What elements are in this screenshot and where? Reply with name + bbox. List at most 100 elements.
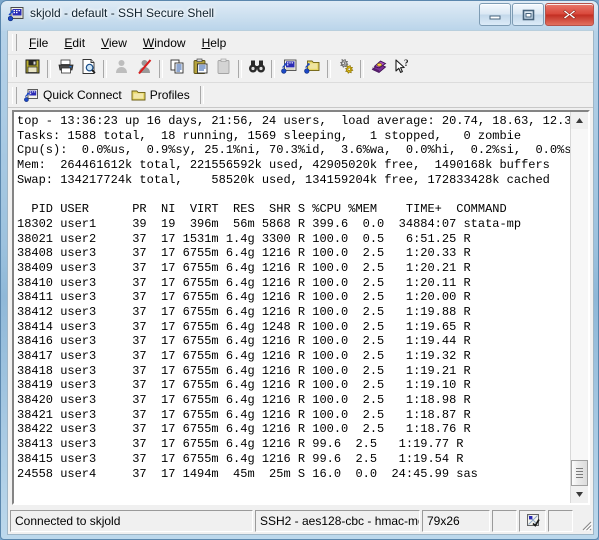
context-help-button[interactable]: ? (390, 58, 413, 80)
terminal-scrollbar[interactable] (570, 112, 588, 503)
status-terminal-size: 79x26 (422, 510, 490, 532)
connect-icon (113, 58, 130, 80)
terminal-line: 38422 user3 37 17 6755m 6.4g 1216 R 100.… (17, 422, 471, 437)
connectbar-end-separator (199, 86, 204, 104)
terminal-output[interactable]: top - 13:36:23 up 16 days, 21:56, 24 use… (14, 112, 570, 503)
status-blank-cell-1 (492, 510, 517, 532)
quick-connect-button[interactable]: Quick Connect (21, 86, 128, 105)
window-title: skjold - default - SSH Secure Shell (30, 6, 215, 20)
terminal-line: 38410 user3 37 17 6755m 6.4g 1216 R 100.… (17, 275, 471, 290)
scroll-up-button[interactable] (571, 112, 588, 129)
toolbar-separator (238, 59, 242, 78)
profiles-button[interactable]: Profiles (128, 86, 196, 104)
terminal-line: 38420 user3 37 17 6755m 6.4g 1216 R 100.… (17, 393, 471, 408)
svg-text:?: ? (404, 58, 409, 68)
toolbar-separator (47, 59, 51, 78)
terminal-line: 38408 user3 37 17 6755m 6.4g 1216 R 100.… (17, 246, 471, 261)
toolbar-separator (103, 59, 107, 78)
terminal-line: 38412 user3 37 17 6755m 6.4g 1216 R 100.… (17, 304, 471, 319)
paste-button[interactable] (189, 58, 212, 80)
scrollbar-thumb[interactable] (571, 460, 588, 486)
resize-grip-icon (579, 518, 593, 532)
save-icon (24, 58, 41, 80)
new-file-transfer-button[interactable] (301, 58, 324, 80)
new-file-transfer-icon (304, 58, 321, 80)
paste-clipboard-icon (215, 58, 232, 80)
help-book-button[interactable] (367, 58, 390, 80)
terminal-line: 38409 user3 37 17 6755m 6.4g 1216 R 100.… (17, 260, 471, 275)
menu-item-help[interactable]: Help (194, 34, 235, 52)
terminal-line: 18302 user1 39 19 396m 56m 5868 R 399.6 … (17, 216, 522, 231)
context-help-icon: ? (393, 58, 411, 80)
terminal-line: 38418 user3 37 17 6755m 6.4g 1216 R 100.… (17, 363, 471, 378)
toolbar-drag-grip[interactable] (12, 60, 17, 77)
terminal-line: Swap: 134217724k total, 58520k used, 134… (17, 172, 550, 187)
terminal-line: 38416 user3 37 17 6755m 6.4g 1216 R 100.… (17, 334, 471, 349)
status-message: Connected to skjold (10, 510, 253, 532)
settings-button[interactable] (334, 58, 357, 80)
print-icon (57, 58, 75, 80)
connectbar-drag-grip[interactable] (12, 86, 17, 104)
menu-item-window[interactable]: Window (135, 34, 194, 52)
terminal-line: 38415 user3 37 17 6755m 6.4g 1216 R 99.6… (17, 451, 464, 466)
client-area: File Edit View Window Help ? Quick Conne… (7, 30, 594, 535)
menu-item-view[interactable]: View (93, 34, 135, 52)
terminal-line: 38417 user3 37 17 6755m 6.4g 1216 R 100.… (17, 349, 471, 363)
toolbar-separator (360, 59, 364, 78)
toolbar-separator (327, 59, 331, 78)
terminal-line: Tasks: 1588 total, 18 running, 1569 slee… (17, 128, 522, 143)
maximize-icon (513, 4, 543, 25)
status-encryption-indicator (519, 510, 546, 532)
terminal-line: 38411 user3 37 17 6755m 6.4g 1216 R 100.… (17, 290, 471, 305)
window-resize-grip[interactable] (575, 510, 593, 532)
disconnect-icon (136, 58, 153, 80)
minimize-icon (480, 4, 510, 25)
terminal-line: Mem: 264461612k total, 221556592k used, … (17, 158, 550, 173)
profiles-label: Profiles (149, 88, 190, 102)
print-button[interactable] (54, 58, 77, 80)
find-icon (248, 58, 266, 80)
maximize-button[interactable] (512, 3, 544, 26)
terminal-line: 38419 user3 37 17 6755m 6.4g 1216 R 100.… (17, 378, 471, 393)
terminal-panel: top - 13:36:23 up 16 days, 21:56, 24 use… (12, 110, 590, 505)
title-bar[interactable]: skjold - default - SSH Secure Shell (1, 1, 598, 30)
connect-button[interactable] (110, 58, 133, 80)
terminal-line: 38414 user3 37 17 6755m 6.4g 1248 R 100.… (17, 319, 471, 334)
profiles-folder-icon (131, 88, 146, 102)
menu-item-file[interactable]: File (21, 34, 56, 52)
menu-item-edit[interactable]: Edit (56, 34, 93, 52)
terminal-line: 38021 user2 37 17 1531m 1.4g 3300 R 100.… (17, 231, 471, 246)
scroll-down-button[interactable] (571, 486, 588, 503)
new-terminal-button[interactable] (278, 58, 301, 80)
terminal-line: top - 13:36:23 up 16 days, 21:56, 24 use… (17, 114, 570, 128)
save-button[interactable] (21, 58, 44, 80)
quick-connect-icon (24, 88, 39, 103)
status-bar: Connected to skjold SSH2 - aes128-cbc - … (10, 510, 593, 532)
terminal-line: 38413 user3 37 17 6755m 6.4g 1216 R 99.6… (17, 437, 464, 452)
new-terminal-icon (281, 58, 298, 80)
terminal-line: 38421 user3 37 17 6755m 6.4g 1216 R 100.… (17, 407, 471, 422)
toolbar: ? (8, 55, 593, 83)
menu-drag-grip[interactable] (12, 34, 17, 51)
paste-clipboard-button[interactable] (212, 58, 235, 80)
close-button[interactable] (545, 3, 594, 26)
minimize-button[interactable] (479, 3, 511, 26)
encryption-icon (526, 513, 540, 530)
copy-button[interactable] (166, 58, 189, 80)
terminal-line: Cpu(s): 0.0%us, 0.9%sy, 25.1%ni, 70.3%id… (17, 143, 570, 158)
disconnect-button[interactable] (133, 58, 156, 80)
copy-icon (169, 58, 186, 80)
close-icon (546, 4, 593, 25)
toolbar-separator (159, 59, 163, 78)
toolbar-separator (271, 59, 275, 78)
scrollbar-track[interactable] (571, 129, 588, 486)
print-preview-button[interactable] (77, 58, 100, 80)
terminal-line: PID USER PR NI VIRT RES SHR S %CPU %MEM … (17, 202, 507, 217)
settings-icon (337, 58, 355, 80)
application-window: skjold - default - SSH Secure Shell File… (0, 0, 599, 540)
quick-connect-label: Quick Connect (43, 88, 122, 102)
find-button[interactable] (245, 58, 268, 80)
status-cipher: SSH2 - aes128-cbc - hmac-md5 - n (255, 510, 420, 532)
help-book-icon (370, 58, 388, 80)
